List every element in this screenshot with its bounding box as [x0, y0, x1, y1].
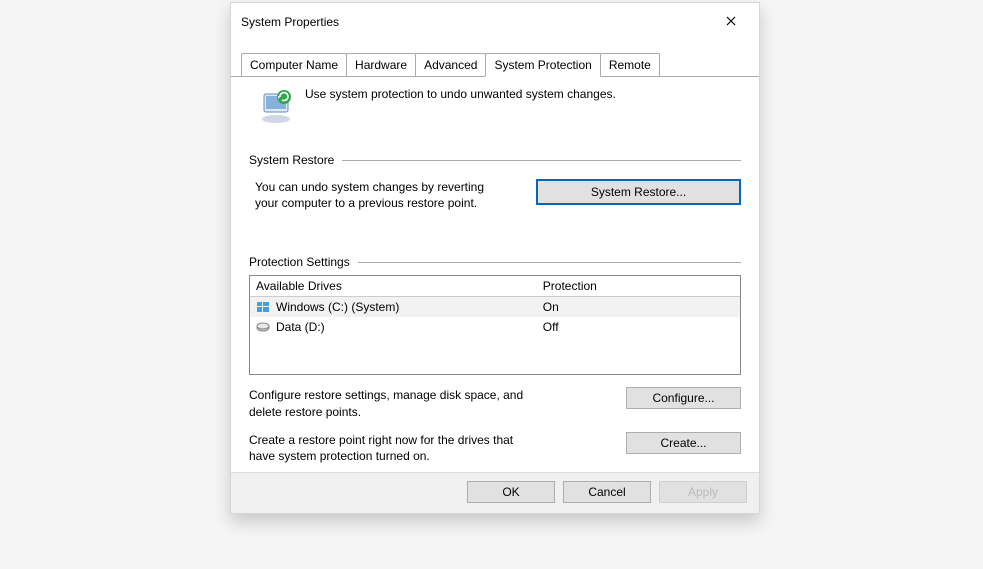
create-description: Create a restore point right now for the… — [249, 432, 529, 464]
available-drives-table[interactable]: Available Drives Protection Windows (C:)… — [249, 275, 741, 375]
dialog-footer: OK Cancel Apply — [231, 472, 759, 513]
system-protection-icon — [257, 87, 295, 125]
hdd-drive-icon — [256, 320, 270, 334]
intro-row: Use system protection to undo unwanted s… — [249, 85, 741, 133]
close-icon — [726, 16, 736, 28]
col-available-drives: Available Drives — [256, 279, 543, 293]
section-label-text: System Restore — [249, 153, 334, 167]
tab-computer-name[interactable]: Computer Name — [241, 53, 347, 76]
drive-protection: Off — [543, 320, 734, 334]
intro-text: Use system protection to undo unwanted s… — [305, 87, 616, 101]
table-row[interactable]: Data (D:) Off — [250, 317, 740, 337]
tab-strip: Computer Name Hardware Advanced System P… — [231, 41, 759, 77]
divider — [342, 160, 741, 161]
drive-name: Windows (C:) (System) — [276, 300, 399, 314]
drive-name-cell: Data (D:) — [256, 320, 543, 334]
create-button[interactable]: Create... — [626, 432, 741, 454]
col-protection: Protection — [543, 279, 734, 293]
close-button[interactable] — [713, 9, 749, 35]
system-restore-row: You can undo system changes by reverting… — [249, 173, 741, 219]
system-restore-button[interactable]: System Restore... — [536, 179, 741, 205]
table-row[interactable]: Windows (C:) (System) On — [250, 297, 740, 317]
drive-name: Data (D:) — [276, 320, 325, 334]
tab-hardware[interactable]: Hardware — [346, 53, 416, 76]
tab-system-protection[interactable]: System Protection — [485, 53, 600, 77]
tab-remote[interactable]: Remote — [600, 53, 660, 76]
drive-protection: On — [543, 300, 734, 314]
configure-button[interactable]: Configure... — [626, 387, 741, 409]
divider — [358, 262, 741, 263]
table-header: Available Drives Protection — [250, 276, 740, 297]
window-title: System Properties — [241, 15, 339, 29]
apply-button[interactable]: Apply — [659, 481, 747, 503]
configure-row: Configure restore settings, manage disk … — [249, 387, 741, 419]
titlebar: System Properties — [231, 3, 759, 41]
configure-description: Configure restore settings, manage disk … — [249, 387, 529, 419]
cancel-button[interactable]: Cancel — [563, 481, 651, 503]
create-row: Create a restore point right now for the… — [249, 432, 741, 464]
section-system-restore: System Restore — [249, 153, 741, 167]
tab-advanced[interactable]: Advanced — [415, 53, 486, 76]
system-restore-description: You can undo system changes by reverting… — [255, 179, 505, 211]
drive-name-cell: Windows (C:) (System) — [256, 300, 543, 314]
section-protection-settings: Protection Settings — [249, 255, 741, 269]
ok-button[interactable]: OK — [467, 481, 555, 503]
section-label-text: Protection Settings — [249, 255, 350, 269]
windows-drive-icon — [256, 300, 270, 314]
tab-panel-system-protection: Use system protection to undo unwanted s… — [231, 77, 759, 513]
system-properties-dialog: System Properties Computer Name Hardware… — [230, 2, 760, 514]
